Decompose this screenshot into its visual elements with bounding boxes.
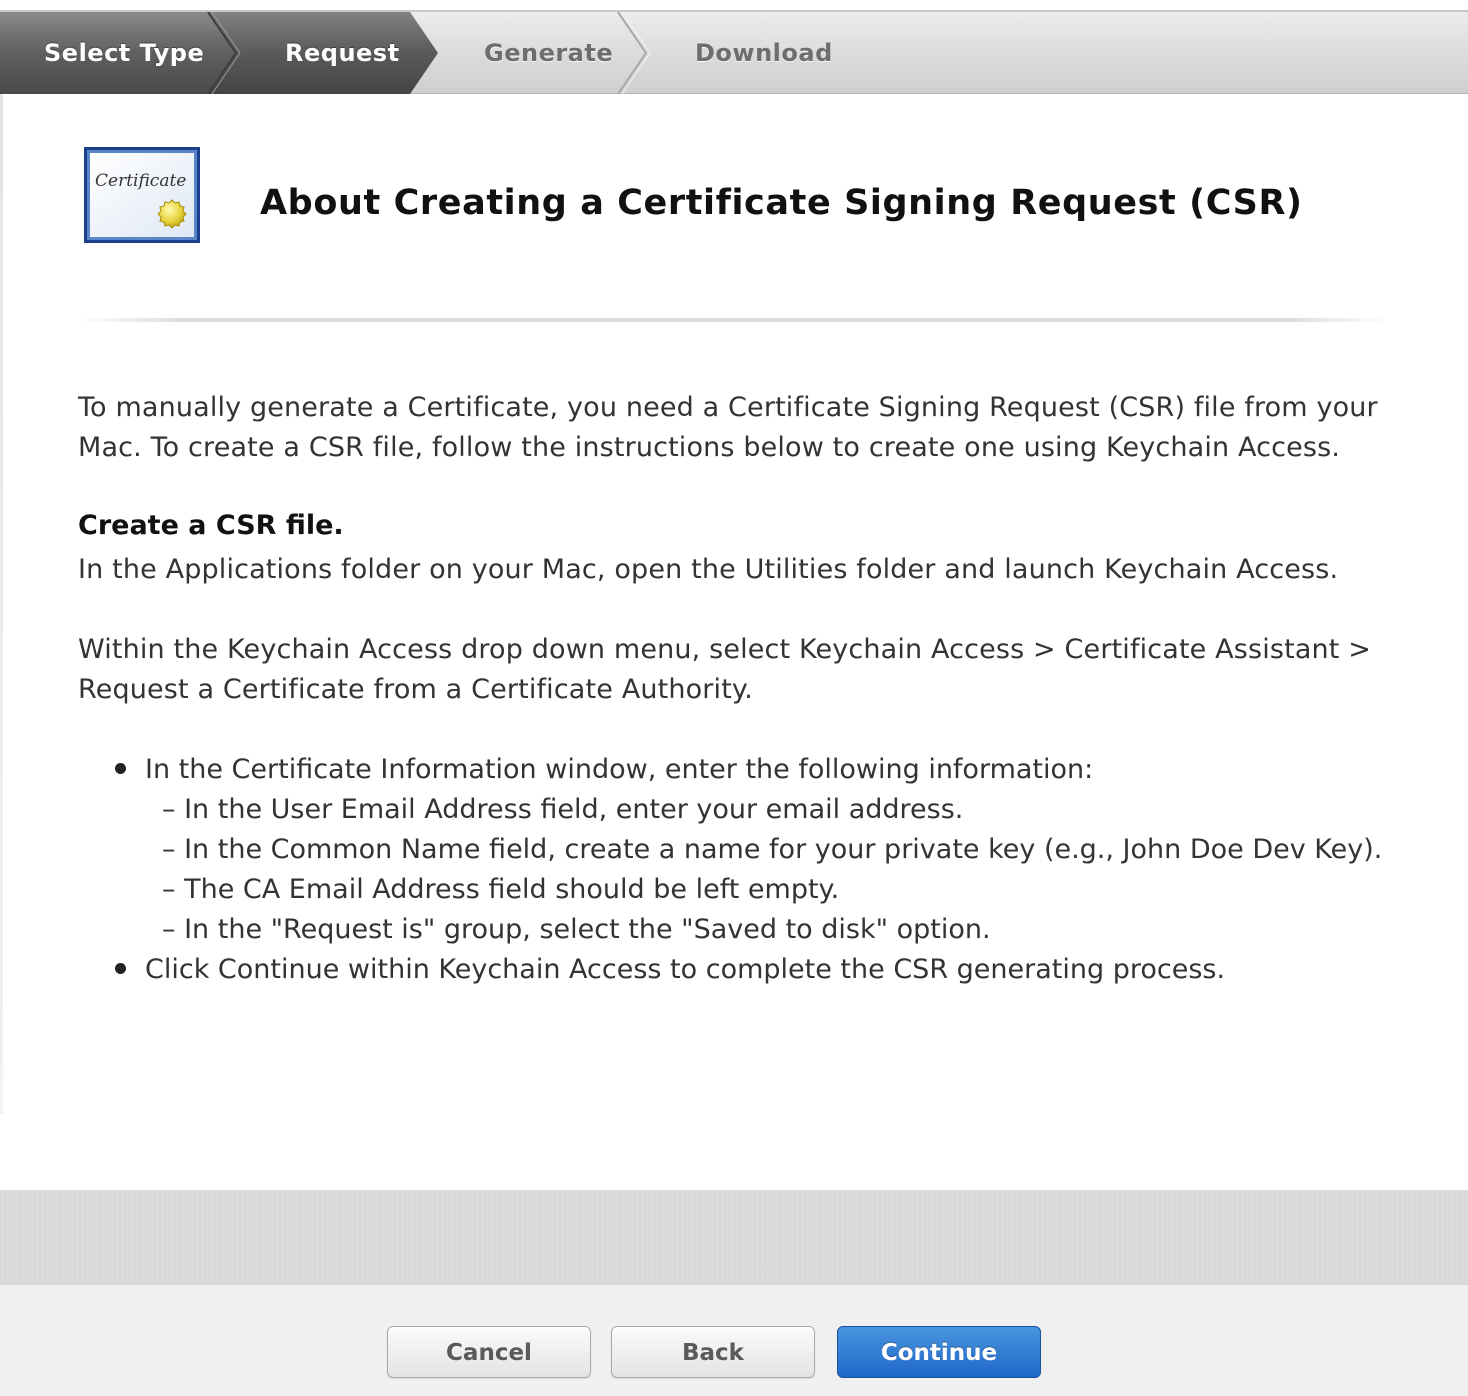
title-divider [78,318,1390,322]
bullet-icon [115,763,126,774]
content-edge [0,94,3,1114]
cancel-button[interactable]: Cancel [387,1326,591,1378]
footer-band [0,1190,1468,1286]
continue-button[interactable]: Continue [837,1326,1041,1378]
progress-steps: Select Type Request Generate Download [0,10,1468,94]
step-download: Download [695,39,833,67]
sub-list-item: – In the "Request is" group, select the … [162,914,991,945]
instruction-menu-path: Within the Keychain Access drop down men… [78,634,1372,705]
back-button[interactable]: Back [611,1326,815,1378]
bullet-icon [115,963,126,974]
certificate-icon: Certificate [83,146,201,244]
step-request: Request [285,39,400,67]
section-heading: Create a CSR file. [78,510,344,541]
intro-paragraph: To manually generate a Certificate, you … [78,392,1378,463]
sub-list-item: – In the Common Name field, create a nam… [162,834,1383,865]
sub-list-item: – In the User Email Address field, enter… [162,794,964,825]
step-select-type: Select Type [44,39,205,67]
step-generate: Generate [484,39,614,67]
list-item: Click Continue within Keychain Access to… [115,950,1225,990]
svg-text:Certificate: Certificate [95,171,186,191]
list-item: In the Certificate Information window, e… [115,750,1093,790]
instruction-open-keychain: In the Applications folder on your Mac, … [78,554,1339,585]
page-title: About Creating a Certificate Signing Req… [260,183,1303,223]
sub-list-item: – The CA Email Address field should be l… [162,874,840,905]
